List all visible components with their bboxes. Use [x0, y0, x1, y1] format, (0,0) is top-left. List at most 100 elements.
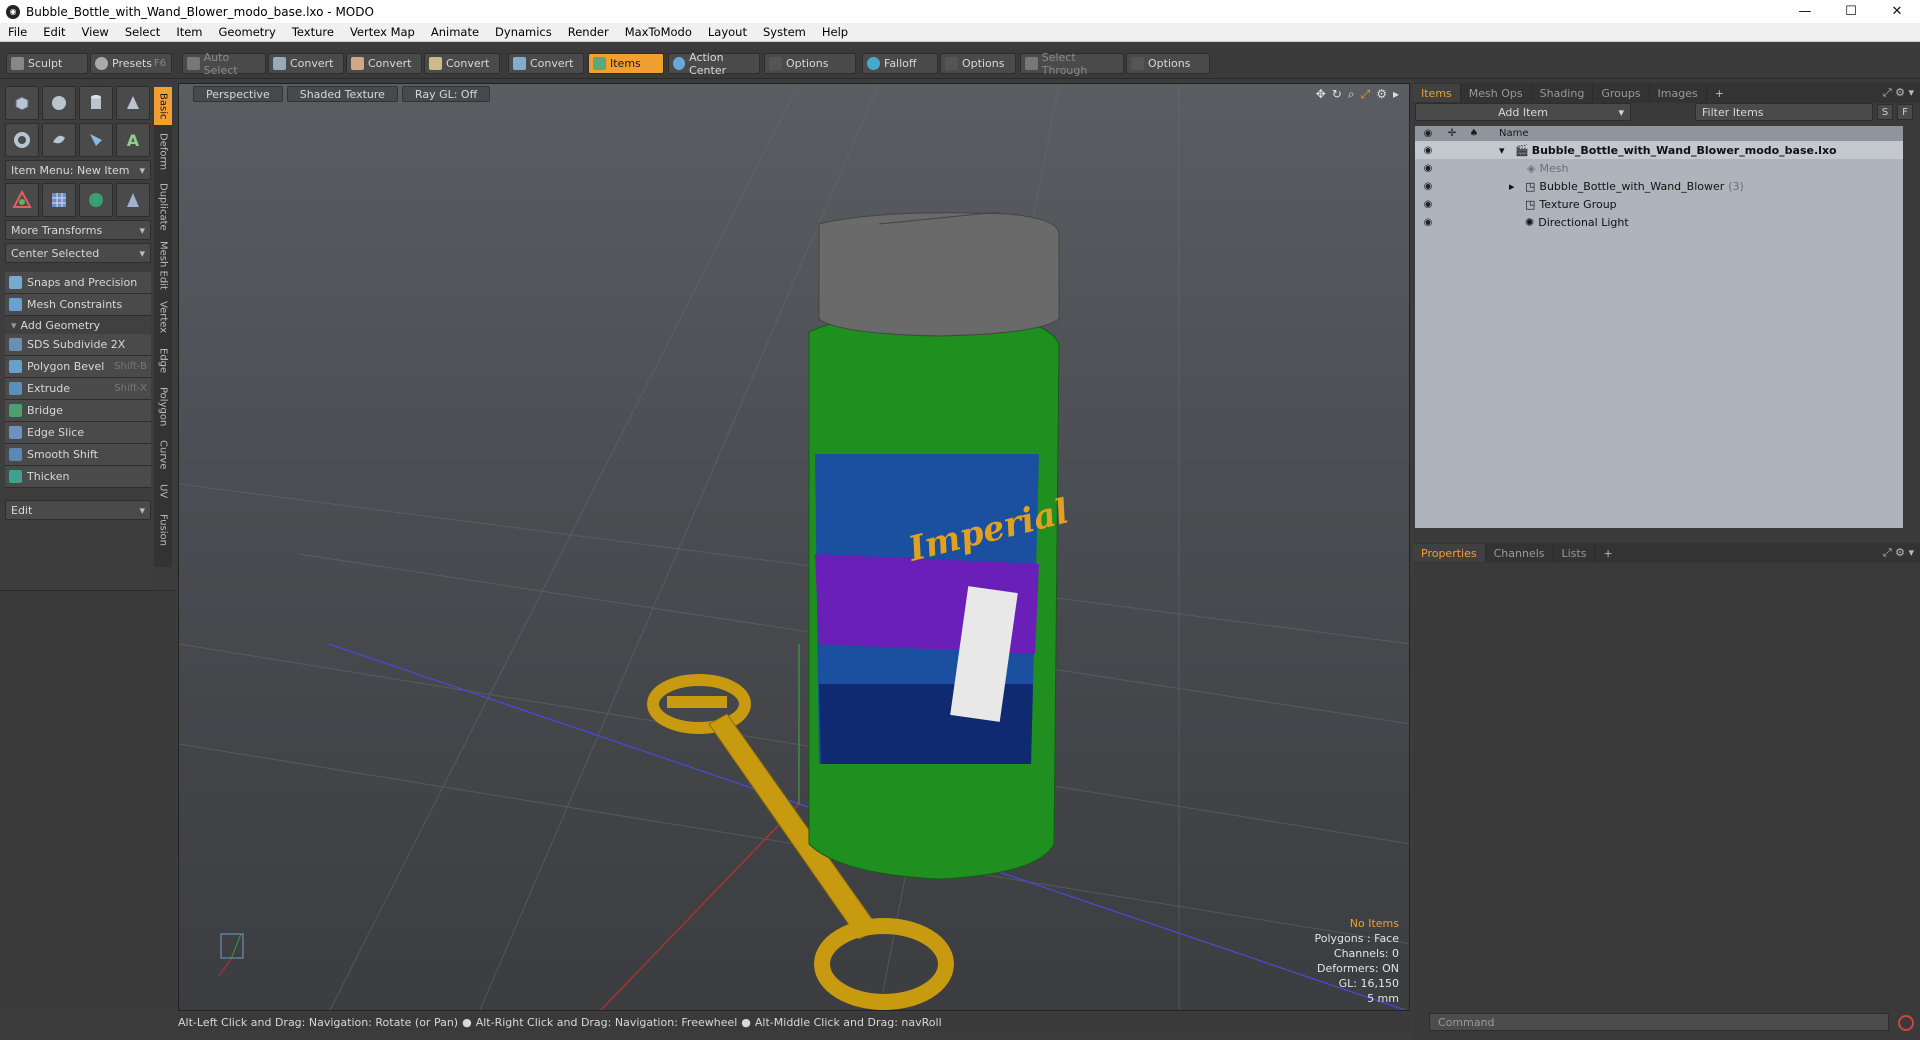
tab-shading[interactable]: Shading	[1532, 84, 1594, 102]
snaps-and-precision-button[interactable]: Snaps and Precision	[5, 272, 151, 294]
add-geometry-section[interactable]: ▾ Add Geometry	[5, 316, 151, 334]
select-through-button[interactable]: Select Through	[1020, 51, 1124, 77]
visibility-eye-icon[interactable]: ◉	[1415, 145, 1441, 156]
convert-button-4[interactable]: Convert	[508, 53, 584, 74]
vtab-curve[interactable]: Curve	[154, 435, 172, 475]
menu-layout[interactable]: Layout	[700, 25, 755, 39]
options-button-1[interactable]: Options	[764, 53, 856, 74]
menu-texture[interactable]: Texture	[284, 25, 342, 39]
visibility-eye-icon[interactable]: ◉	[1415, 181, 1441, 192]
auto-select-button[interactable]: Auto Select	[182, 51, 266, 77]
maximize-button[interactable]: ☐	[1828, 0, 1874, 23]
edge-slice-button[interactable]: Edge Slice	[5, 422, 151, 444]
menu-item[interactable]: Item	[168, 25, 210, 39]
center-selected-dropdown[interactable]: Center Selected	[5, 243, 151, 263]
transform-tool-icon[interactable]	[5, 183, 39, 217]
menu-geometry[interactable]: Geometry	[211, 25, 284, 39]
menu-select[interactable]: Select	[117, 25, 168, 39]
globe-tool-icon[interactable]	[79, 183, 113, 217]
ray-gl-tab[interactable]: Ray GL: Off	[401, 86, 491, 102]
menu-help[interactable]: Help	[814, 25, 856, 39]
vtab-mesh-edit[interactable]: Mesh Edit	[154, 239, 172, 291]
options-button-2[interactable]: Options	[940, 53, 1016, 74]
tree-row-scene[interactable]: ◉ ▾ 🎬 Bubble_Bottle_with_Wand_Blower_mod…	[1415, 141, 1903, 159]
items-mode-button[interactable]: Items	[588, 53, 664, 74]
menu-dynamics[interactable]: Dynamics	[487, 25, 560, 39]
cone-grid-tool-icon[interactable]	[116, 183, 150, 217]
pan-icon[interactable]: ✥	[1316, 87, 1326, 102]
close-button[interactable]: ✕	[1874, 0, 1920, 23]
tab-items[interactable]: Items	[1413, 84, 1461, 102]
tab-lists[interactable]: Lists	[1554, 544, 1596, 562]
action-center-button[interactable]: Action Center	[668, 51, 760, 77]
visibility-eye-icon[interactable]: ◉	[1415, 217, 1441, 228]
vtab-uv[interactable]: UV	[154, 479, 172, 503]
convert-button-2[interactable]: Convert	[346, 53, 422, 74]
tab-mesh-ops[interactable]: Mesh Ops	[1461, 84, 1532, 102]
menu-edit[interactable]: Edit	[35, 25, 73, 39]
cube-primitive-icon[interactable]	[5, 86, 39, 120]
visibility-eye-icon[interactable]: ◉	[1415, 163, 1441, 174]
menu-render[interactable]: Render	[560, 25, 617, 39]
rotate-icon[interactable]: ↻	[1332, 87, 1342, 102]
add-tab-icon[interactable]: +	[1707, 84, 1732, 102]
zoom-icon[interactable]: ⌕	[1348, 87, 1355, 102]
vtab-edge[interactable]: Edge	[154, 343, 172, 379]
sculpt-button[interactable]: Sculpt	[6, 53, 88, 74]
thicken-button[interactable]: Thicken	[5, 466, 151, 488]
filter-f-button[interactable]: F	[1897, 104, 1913, 120]
text-tool-icon[interactable]: A	[116, 123, 150, 157]
vtab-vertex[interactable]: Vertex	[154, 295, 172, 339]
tree-row-directional-light[interactable]: ◉ ✺ Directional Light	[1415, 213, 1903, 231]
convert-button-1[interactable]: Convert	[268, 53, 344, 74]
perspective-tab[interactable]: Perspective	[193, 86, 283, 102]
minimize-button[interactable]: —	[1782, 0, 1828, 23]
falloff-button[interactable]: Falloff	[862, 53, 938, 74]
expand-triangle-icon[interactable]: ▸	[1509, 180, 1521, 193]
tree-row-texture-group[interactable]: ◉ ◳ Texture Group	[1415, 195, 1903, 213]
extrude-button[interactable]: Extrude Shift-X	[5, 378, 151, 400]
convert-button-3[interactable]: Convert	[424, 53, 500, 74]
panel-options-gear-icon[interactable]: ⤢ ⚙ ▾	[1883, 546, 1914, 560]
item-menu-dropdown[interactable]: Item Menu: New Item	[5, 160, 151, 180]
torus-primitive-icon[interactable]	[5, 123, 39, 157]
grid-tool-icon[interactable]	[42, 183, 76, 217]
menu-animate[interactable]: Animate	[423, 25, 487, 39]
bridge-button[interactable]: Bridge	[5, 400, 151, 422]
tree-row-bottle-group[interactable]: ◉ ▸ ◳ Bubble_Bottle_with_Wand_Blower (3)	[1415, 177, 1903, 195]
add-item-dropdown[interactable]: Add Item	[1415, 103, 1631, 121]
filter-s-button[interactable]: S	[1877, 104, 1893, 120]
menu-maxtomodo[interactable]: MaxToModo	[617, 25, 700, 39]
menu-file[interactable]: File	[0, 25, 35, 39]
filter-items-input[interactable]: Filter Items	[1695, 103, 1873, 121]
tab-properties[interactable]: Properties	[1413, 544, 1486, 562]
tab-channels[interactable]: Channels	[1486, 544, 1554, 562]
panel-options-gear-icon[interactable]: ⤢ ⚙ ▾	[1883, 86, 1914, 100]
name-column-header[interactable]: Name	[1499, 128, 1529, 139]
menu-vertex-map[interactable]: Vertex Map	[342, 25, 423, 39]
menu-view[interactable]: View	[74, 25, 117, 39]
shaded-texture-tab[interactable]: Shaded Texture	[286, 86, 398, 102]
vtab-duplicate[interactable]: Duplicate	[154, 179, 172, 235]
presets-button[interactable]: Presets F6	[90, 53, 172, 74]
sds-subdivide-button[interactable]: SDS Subdivide 2X	[5, 334, 151, 356]
3d-viewport[interactable]: Imperial Perspective Shaded Texture Ray …	[178, 83, 1410, 1011]
fit-icon[interactable]: ⤢	[1361, 87, 1371, 102]
command-run-icon[interactable]	[1898, 1015, 1914, 1031]
settings-gear-icon[interactable]: ⚙	[1376, 87, 1387, 102]
pen-tool-icon[interactable]	[79, 123, 113, 157]
mesh-constraints-button[interactable]: Mesh Constraints	[5, 294, 151, 316]
vtab-deform[interactable]: Deform	[154, 129, 172, 175]
polygon-bevel-button[interactable]: Polygon Bevel Shift-B	[5, 356, 151, 378]
tab-groups[interactable]: Groups	[1593, 84, 1650, 102]
more-transforms-dropdown[interactable]: More Transforms	[5, 220, 151, 240]
capsule-primitive-icon[interactable]	[42, 123, 76, 157]
cylinder-primitive-icon[interactable]	[79, 86, 113, 120]
vtab-basic[interactable]: Basic	[154, 87, 172, 125]
add-tab-icon[interactable]: +	[1595, 544, 1620, 562]
visibility-eye-icon[interactable]: ◉	[1415, 199, 1441, 210]
smooth-shift-button[interactable]: Smooth Shift	[5, 444, 151, 466]
tab-images[interactable]: Images	[1650, 84, 1707, 102]
options-button-3[interactable]: Options	[1126, 53, 1210, 74]
sphere-primitive-icon[interactable]	[42, 86, 76, 120]
